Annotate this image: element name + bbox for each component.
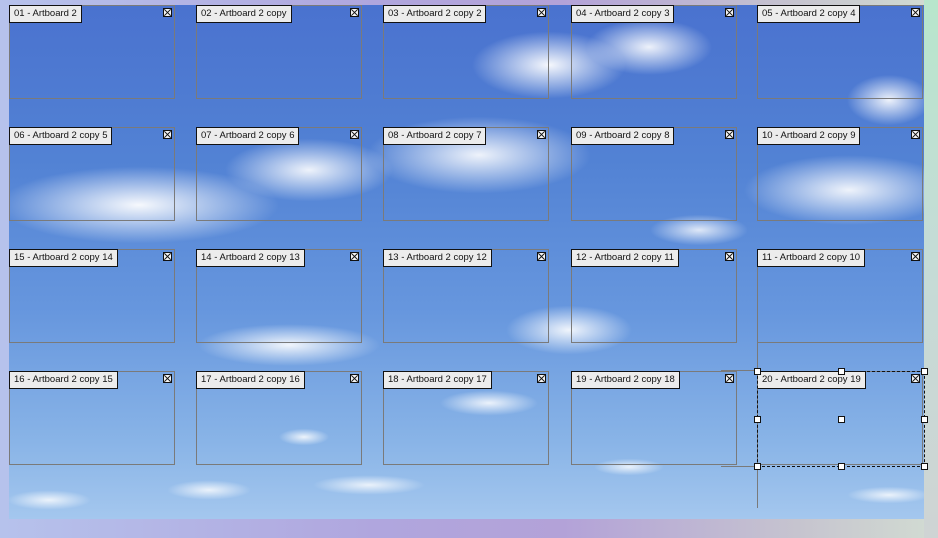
resize-handle-left[interactable] [754,416,761,423]
close-icon[interactable] [725,130,734,139]
close-icon[interactable] [163,130,172,139]
artboard-label[interactable]: 09 - Artboard 2 copy 8 [571,127,675,145]
close-icon[interactable] [350,374,359,383]
artboard[interactable]: 08 - Artboard 2 copy 7 [383,127,549,221]
artboard[interactable]: 12 - Artboard 2 copy 11 [571,249,737,343]
artboard[interactable]: 10 - Artboard 2 copy 9 [757,127,923,221]
resize-handle-top[interactable] [838,368,845,375]
close-icon[interactable] [911,130,920,139]
artboard[interactable]: 07 - Artboard 2 copy 6 [196,127,362,221]
artboard-label[interactable]: 06 - Artboard 2 copy 5 [9,127,113,145]
artboard[interactable]: 15 - Artboard 2 copy 14 [9,249,175,343]
center-handle[interactable] [838,416,845,423]
artboard[interactable]: 01 - Artboard 2 [9,5,175,99]
artboard[interactable]: 05 - Artboard 2 copy 4 [757,5,923,99]
artboard[interactable]: 11 - Artboard 2 copy 10 [757,249,923,343]
artboard-label[interactable]: 12 - Artboard 2 copy 11 [571,249,680,267]
resize-handle-top-right[interactable] [921,368,928,375]
artboard[interactable]: 16 - Artboard 2 copy 15 [9,371,175,465]
artboard-label[interactable]: 11 - Artboard 2 copy 10 [757,249,866,267]
resize-handle-bottom[interactable] [838,463,845,470]
close-icon[interactable] [725,252,734,261]
artboard-label[interactable]: 03 - Artboard 2 copy 2 [383,5,487,23]
close-icon[interactable] [725,374,734,383]
artboard[interactable]: 06 - Artboard 2 copy 5 [9,127,175,221]
artboard-label[interactable]: 04 - Artboard 2 copy 3 [571,5,675,23]
artboard-label[interactable]: 13 - Artboard 2 copy 12 [383,249,492,267]
artboard-label[interactable]: 14 - Artboard 2 copy 13 [196,249,305,267]
close-icon[interactable] [911,8,920,17]
artboard[interactable]: 09 - Artboard 2 copy 8 [571,127,737,221]
artboard-label[interactable]: 17 - Artboard 2 copy 16 [196,371,305,389]
close-icon[interactable] [350,8,359,17]
artboard-label[interactable]: 15 - Artboard 2 copy 14 [9,249,118,267]
artboard[interactable]: 13 - Artboard 2 copy 12 [383,249,549,343]
close-icon[interactable] [537,374,546,383]
artboard[interactable]: 14 - Artboard 2 copy 13 [196,249,362,343]
artboard-label[interactable]: 07 - Artboard 2 copy 6 [196,127,300,145]
artboard[interactable]: 18 - Artboard 2 copy 17 [383,371,549,465]
artboard-label[interactable]: 16 - Artboard 2 copy 15 [9,371,118,389]
artboard-label[interactable]: 10 - Artboard 2 copy 9 [757,127,861,145]
close-icon[interactable] [350,130,359,139]
close-icon[interactable] [163,374,172,383]
close-icon[interactable] [725,8,734,17]
window-edge-strip [924,0,938,538]
close-icon[interactable] [911,252,920,261]
resize-handle-bottom-left[interactable] [754,463,761,470]
close-icon[interactable] [350,252,359,261]
artboard[interactable]: 04 - Artboard 2 copy 3 [571,5,737,99]
artboard-label[interactable]: 02 - Artboard 2 copy [196,5,292,23]
artboard[interactable]: 19 - Artboard 2 copy 18 [571,371,737,465]
artboard-label[interactable]: 08 - Artboard 2 copy 7 [383,127,487,145]
artboard-label[interactable]: 19 - Artboard 2 copy 18 [571,371,680,389]
close-icon[interactable] [537,252,546,261]
resize-handle-bottom-right[interactable] [921,463,928,470]
artboard-label[interactable]: 05 - Artboard 2 copy 4 [757,5,861,23]
close-icon[interactable] [537,8,546,17]
artboard[interactable]: 02 - Artboard 2 copy [196,5,362,99]
artboard[interactable]: 03 - Artboard 2 copy 2 [383,5,549,99]
selection-box[interactable] [754,368,928,470]
resize-handle-top-left[interactable] [754,368,761,375]
artboard-label[interactable]: 01 - Artboard 2 [9,5,82,23]
close-icon[interactable] [537,130,546,139]
close-icon[interactable] [163,252,172,261]
artboard-label[interactable]: 18 - Artboard 2 copy 17 [383,371,492,389]
close-icon[interactable] [163,8,172,17]
artboard[interactable]: 17 - Artboard 2 copy 16 [196,371,362,465]
resize-handle-right[interactable] [921,416,928,423]
